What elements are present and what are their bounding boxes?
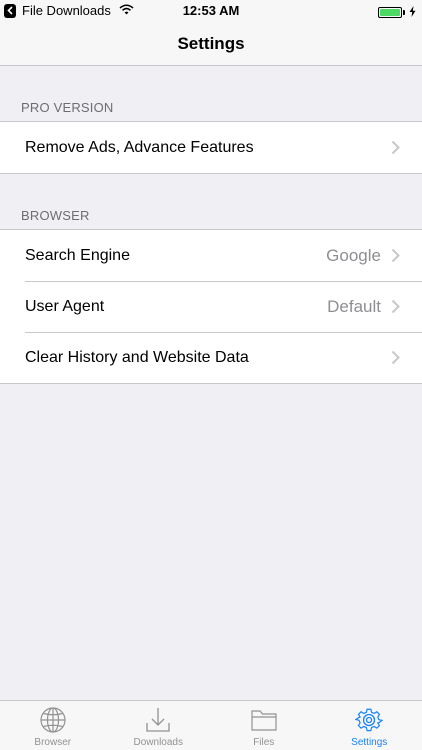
battery-indicator: [378, 5, 416, 20]
section-header-pro-version: PRO VERSION: [21, 100, 114, 115]
tab-label: Downloads: [133, 737, 183, 748]
globe-icon: [40, 707, 66, 733]
tab-browser[interactable]: Browser: [0, 701, 106, 750]
tab-downloads[interactable]: Downloads: [106, 701, 212, 750]
status-time: 12:53 AM: [182, 3, 240, 18]
download-icon: [146, 708, 170, 732]
row-value: Google: [326, 245, 381, 265]
chevron-right-icon: [391, 350, 400, 365]
tab-files[interactable]: Files: [211, 701, 317, 750]
chevron-right-icon: [391, 140, 400, 155]
row-label: Search Engine: [25, 246, 130, 264]
battery-icon: [378, 7, 402, 18]
row-user-agent[interactable]: User Agent Default: [0, 281, 422, 332]
tab-settings[interactable]: Settings: [317, 701, 422, 750]
status-bar: File Downloads 12:53 AM: [0, 0, 422, 22]
chevron-right-icon: [391, 248, 400, 263]
gear-icon: [355, 708, 384, 732]
charging-icon: [409, 5, 416, 20]
row-clear-history[interactable]: Clear History and Website Data: [0, 332, 422, 383]
tab-label: Files: [253, 737, 275, 748]
folder-icon: [251, 710, 277, 731]
section-header-browser: BROWSER: [21, 208, 90, 223]
navigation-bar: Settings: [0, 22, 422, 66]
page-title: Settings: [177, 33, 245, 53]
row-label: User Agent: [25, 297, 105, 315]
row-label: Remove Ads, Advance Features: [25, 138, 254, 156]
row-remove-ads[interactable]: Remove Ads, Advance Features: [0, 122, 422, 173]
row-search-engine[interactable]: Search Engine Google: [0, 230, 422, 281]
chevron-right-icon: [391, 299, 400, 314]
settings-group-browser: Search Engine Google User Agent Default …: [0, 229, 422, 384]
tab-label: Settings: [351, 737, 388, 748]
settings-group-pro-version: Remove Ads, Advance Features: [0, 121, 422, 174]
tab-bar: Browser Downloads Files Settings: [0, 700, 422, 750]
tab-label: Browser: [34, 737, 72, 748]
row-value: Default: [327, 296, 381, 316]
row-label: Clear History and Website Data: [25, 348, 249, 366]
